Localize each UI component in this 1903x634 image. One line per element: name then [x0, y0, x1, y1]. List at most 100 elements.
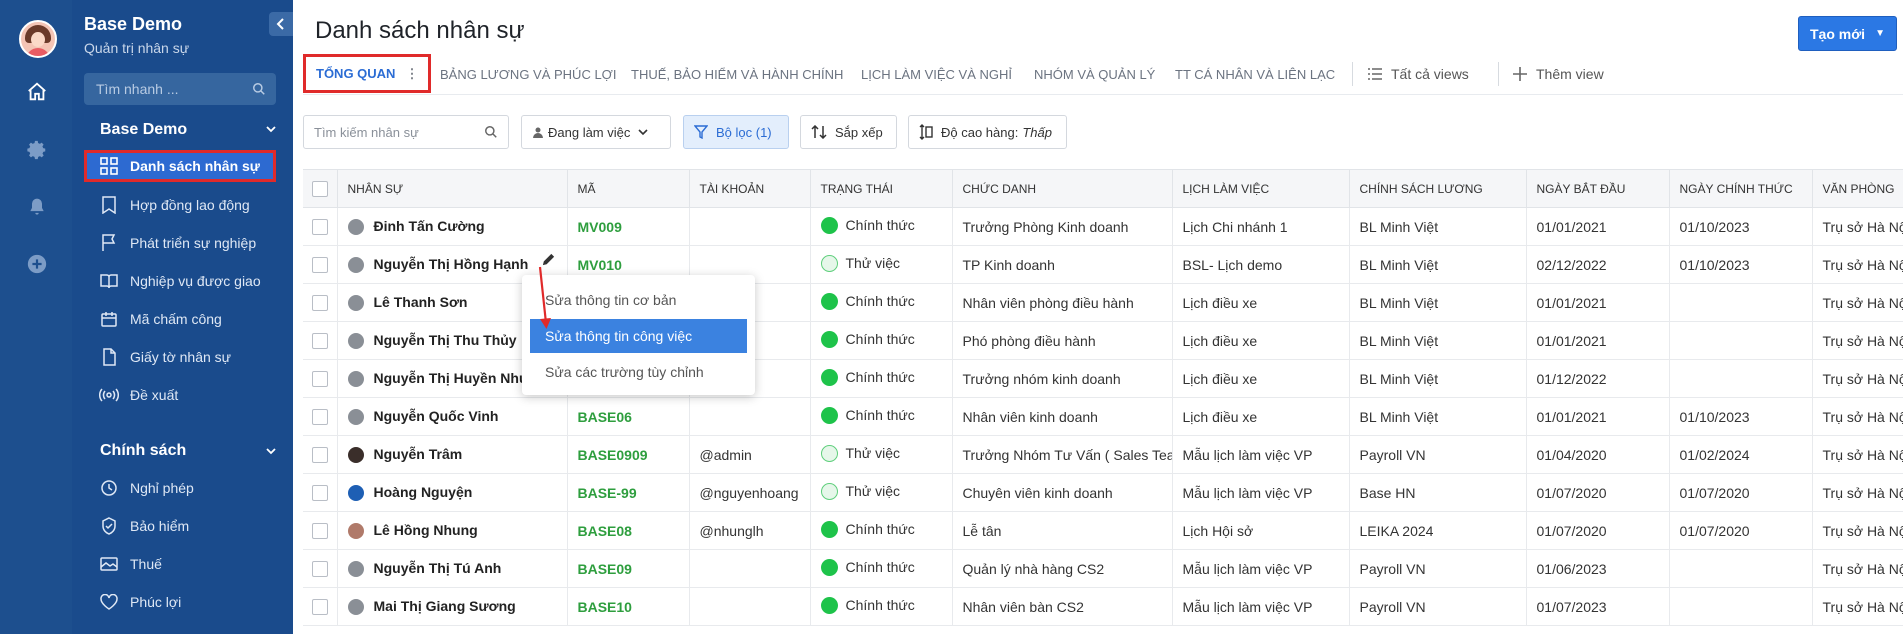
- row-checkbox[interactable]: [303, 435, 338, 474]
- gear-icon[interactable]: [24, 137, 50, 163]
- chevron-down-icon[interactable]: [265, 446, 277, 456]
- sort-button[interactable]: Sắp xếp: [800, 115, 897, 149]
- sidebar-item-timecode[interactable]: Mã chấm công: [84, 303, 276, 335]
- employee-salary-policy: Payroll VN: [1349, 587, 1527, 626]
- employee-name-label[interactable]: Nguyễn Thị Hồng Hạnh: [374, 256, 529, 272]
- row-checkbox[interactable]: [303, 283, 338, 322]
- employee-name-label[interactable]: Nguyễn Thị Tú Anh: [374, 560, 502, 576]
- employee-name-label[interactable]: Hoàng Nguyện: [374, 484, 473, 500]
- row-height-button[interactable]: Độ cao hàng: Thấp: [908, 115, 1067, 149]
- row-checkbox[interactable]: [303, 549, 338, 588]
- column-header[interactable]: CHỨC DANH: [952, 169, 1173, 208]
- employee-code: MV009: [567, 207, 690, 246]
- filter-button[interactable]: Bộ lọc (1): [683, 115, 789, 149]
- quick-search-input[interactable]: [96, 81, 246, 97]
- table-row[interactable]: Nguyễn Quốc Vinh BASE06 Chính thức Nhân viê…: [303, 397, 1903, 436]
- sidebar-item-tax[interactable]: Thuế: [84, 548, 276, 580]
- column-header[interactable]: TÀI KHOẢN: [689, 169, 811, 208]
- status-dot-icon: [820, 254, 838, 272]
- employee-name-label[interactable]: Đinh Tấn Cường: [374, 218, 485, 234]
- home-icon[interactable]: [24, 79, 50, 105]
- group-policy-title[interactable]: Chính sách: [100, 442, 186, 460]
- row-checkbox[interactable]: [303, 473, 338, 512]
- status-dot-icon: [820, 520, 838, 538]
- sidebar-item-documents[interactable]: Giấy tờ nhân sự: [84, 341, 276, 373]
- table-row[interactable]: Mai Thị Giang Sương BASE10 Chính thức Nhân …: [303, 587, 1903, 626]
- table-row[interactable]: Hoàng Nguyện BASE-99 @nguyenhoang Thử việc C…: [303, 473, 1903, 512]
- table-row[interactable]: Nguyễn Trâm BASE0909 @admin Thử việc Trưởng …: [303, 435, 1903, 474]
- row-checkbox[interactable]: [303, 587, 338, 626]
- row-checkbox[interactable]: [303, 245, 338, 284]
- employee-status: Chính thức: [810, 321, 953, 360]
- column-header[interactable]: LỊCH LÀM VIỆC: [1172, 169, 1350, 208]
- table-row[interactable]: Đinh Tấn Cường MV009 Chính thức Trưởng Phòn…: [303, 207, 1903, 246]
- employee-name-label[interactable]: Lê Thanh Sơn: [374, 294, 468, 310]
- brand-title: Base Demo: [84, 14, 183, 34]
- employee-title: Chuyên viên kinh doanh: [952, 473, 1173, 512]
- brand-subtitle: Quản trị nhân sự: [84, 40, 190, 56]
- status-filter-dropdown[interactable]: Đang làm việc: [521, 115, 671, 149]
- collapse-sidebar-button[interactable]: [269, 12, 293, 36]
- employee-table: NHÂN SỰ MÃ TÀI KHOẢN TRẠNG THÁI CHỨC DAN…: [303, 169, 1903, 634]
- create-new-label: Tạo mới: [1810, 25, 1866, 42]
- select-all-checkbox[interactable]: [303, 169, 338, 208]
- employee-salary-policy: Payroll VN: [1349, 549, 1527, 588]
- all-views-button[interactable]: Tất cả views: [1368, 54, 1469, 94]
- chevron-down-icon[interactable]: [265, 124, 277, 134]
- employee-name-label[interactable]: Lê Hồng Nhung: [374, 522, 478, 538]
- add-view-button[interactable]: Thêm view: [1513, 54, 1604, 94]
- column-header[interactable]: TRẠNG THÁI: [810, 169, 953, 208]
- sidebar-item-contracts[interactable]: Hợp đồng lao động: [84, 189, 276, 221]
- group-base-demo-title[interactable]: Base Demo: [100, 121, 187, 139]
- column-header[interactable]: NHÂN SỰ: [337, 169, 568, 208]
- tab-schedule[interactable]: LỊCH LÀM VIỆC VÀ NGHỈ: [861, 54, 1012, 94]
- column-header[interactable]: NGÀY BẮT ĐẦU: [1526, 169, 1670, 208]
- bell-icon[interactable]: [24, 194, 50, 220]
- employee-schedule: Mẫu lịch làm việc VP: [1172, 473, 1350, 512]
- sidebar-item-proposals[interactable]: Đề xuất: [84, 379, 276, 411]
- column-header[interactable]: VĂN PHÒNG: [1812, 169, 1903, 208]
- tab-payroll[interactable]: BẢNG LƯƠNG VÀ PHÚC LỢI: [440, 54, 616, 94]
- row-checkbox[interactable]: [303, 359, 338, 398]
- tab-groups[interactable]: NHÓM VÀ QUẢN LÝ: [1034, 54, 1155, 94]
- row-checkbox[interactable]: [303, 511, 338, 550]
- sidebar-item-label: Danh sách nhân sự: [130, 158, 260, 174]
- tab-label: TỔNG QUAN: [316, 66, 396, 81]
- sidebar-item-benefits[interactable]: Phúc lợi: [84, 586, 276, 618]
- column-header[interactable]: MÃ: [567, 169, 690, 208]
- column-header[interactable]: NGÀY CHÍNH THỨC: [1669, 169, 1813, 208]
- create-new-button[interactable]: Tạo mới ▼: [1798, 16, 1897, 51]
- tab-tax-insurance[interactable]: THUẾ, BẢO HIỂM VÀ HÀNH CHÍNH: [631, 54, 843, 94]
- menu-item-edit-custom[interactable]: Sửa các trường tùy chỉnh: [530, 355, 747, 389]
- employee-salary-policy: BL Minh Việt: [1349, 359, 1527, 398]
- employee-schedule: Lịch điều xe: [1172, 283, 1350, 322]
- row-checkbox[interactable]: [303, 207, 338, 246]
- sidebar-item-tasks[interactable]: Nghiệp vụ được giao: [84, 265, 276, 297]
- tab-overview[interactable]: TỔNG QUAN ⋮: [303, 54, 432, 93]
- sidebar-item-insurance[interactable]: Bảo hiểm: [84, 510, 276, 542]
- sidebar-item-employee-list[interactable]: Danh sách nhân sự: [84, 150, 276, 182]
- employee-schedule: Lịch điều xe: [1172, 321, 1350, 360]
- employee-name-label[interactable]: Nguyễn Trâm: [374, 446, 463, 462]
- sidebar-item-career[interactable]: Phát triển sự nghiệp: [84, 227, 276, 259]
- row-checkbox[interactable]: [303, 397, 338, 436]
- employee-name-label[interactable]: Nguyễn Quốc Vinh: [374, 408, 499, 424]
- menu-item-edit-basic[interactable]: Sửa thông tin cơ bản: [530, 283, 747, 317]
- quick-search[interactable]: [84, 73, 276, 105]
- menu-item-edit-job[interactable]: Sửa thông tin công việc: [530, 319, 747, 353]
- tab-personal[interactable]: TT CÁ NHÂN VÀ LIÊN LẠC: [1175, 54, 1335, 94]
- add-circle-icon[interactable]: [24, 251, 50, 277]
- table-row[interactable]: Nguyễn Thị Tú Anh BASE09 Chính thức Quản lý…: [303, 549, 1903, 588]
- employee-name-label[interactable]: Nguyễn Thị Huyền Nhung: [374, 370, 545, 386]
- row-checkbox[interactable]: [303, 321, 338, 360]
- employee-name-label[interactable]: Nguyễn Thị Thu Thủy: [374, 332, 517, 348]
- employee-search[interactable]: [303, 115, 509, 149]
- sidebar-item-leave[interactable]: Nghỉ phép: [84, 472, 276, 504]
- user-avatar[interactable]: [19, 20, 57, 58]
- employee-account: @admin: [689, 435, 811, 474]
- column-header[interactable]: CHÍNH SÁCH LƯƠNG: [1349, 169, 1527, 208]
- more-vertical-icon[interactable]: ⋮: [405, 66, 418, 82]
- table-row[interactable]: Lê Hồng Nhung BASE08 @nhunglh Chính thức Lễ …: [303, 511, 1903, 550]
- employee-search-input[interactable]: [314, 124, 474, 140]
- employee-name-label[interactable]: Mai Thị Giang Sương: [374, 598, 516, 614]
